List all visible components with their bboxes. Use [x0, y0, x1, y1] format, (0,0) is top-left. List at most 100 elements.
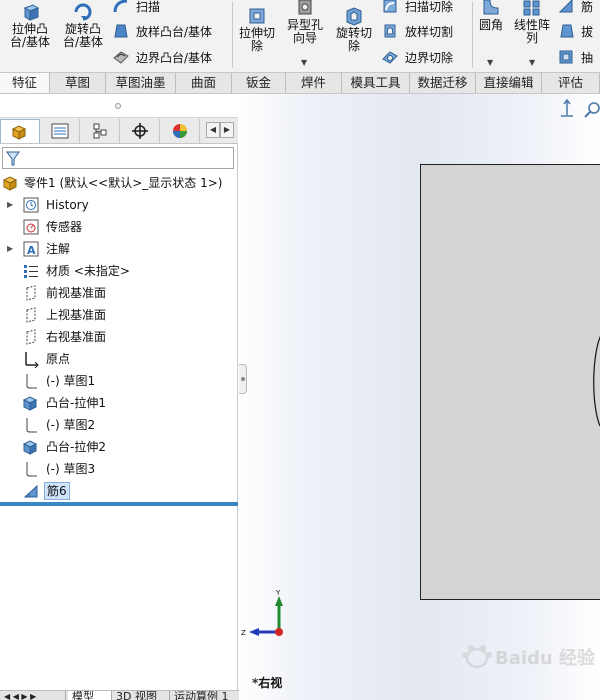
fillet-button[interactable]: 圆角 ▼ [475, 0, 507, 67]
draft-button[interactable]: 拔 [557, 21, 593, 41]
tree-item-label: 凸台-拉伸1 [46, 396, 106, 410]
tree-filter-input[interactable] [2, 147, 234, 169]
extrude-boss-button[interactable]: 拉伸凸 台/基体 [4, 2, 56, 49]
tab-features[interactable]: 特征 [0, 73, 50, 93]
zoom-icon[interactable] [584, 102, 600, 118]
tree-item-label: 传感器 [46, 220, 83, 234]
plane-icon [26, 329, 36, 345]
tree-item-label: 原点 [46, 352, 71, 366]
features-group: 拉伸凸 台/基体 旋转凸 台/基体 扫描 放样凸台/基体 边界凸台/基体 [0, 0, 232, 72]
panel-tabs-scroll-left-icon[interactable]: ◀ [206, 122, 220, 138]
dimxpert-manager-tab[interactable] [120, 119, 160, 143]
boundary-cut-button[interactable]: 边界切除 [381, 47, 453, 67]
tab-sketch-ink[interactable]: 草图油墨 [106, 73, 176, 93]
fillet-dropdown-icon[interactable]: ▼ [487, 56, 493, 69]
rib-button[interactable]: 筋 [557, 0, 593, 16]
expand-arrow-icon[interactable]: ▶ [7, 244, 15, 254]
tab-data-migration[interactable]: 数据迁移 [410, 73, 476, 93]
reference-triad: Y Z [241, 589, 283, 637]
tree-item-annotations[interactable]: ▶ A 注解 [0, 238, 238, 260]
panel-tabs-scroll-right-icon[interactable]: ▶ [220, 122, 234, 138]
annotation-icon: A [23, 241, 39, 257]
tree-item-rib6[interactable]: 筋6 [0, 480, 238, 502]
revolve-boss-button[interactable]: 旋转凸 台/基体 [58, 2, 108, 49]
boundary-boss-button[interactable]: 边界凸台/基体 [112, 47, 212, 67]
tree-item-history[interactable]: ▶ History [0, 194, 238, 216]
panel-tabs: ◀ ▶ [0, 118, 238, 144]
tree-filter-row [0, 146, 238, 170]
sketch-icon [26, 462, 37, 477]
tree-item-label: 凸台-拉伸2 [46, 440, 106, 454]
linear-pattern-dropdown-icon[interactable]: ▼ [529, 56, 535, 69]
tree-item-material[interactable]: 材质 <未指定> [0, 260, 238, 282]
tree-item-sketch1[interactable]: (-) 草图1 [0, 370, 238, 392]
expand-arrow-icon[interactable]: ▶ [7, 200, 15, 210]
rollback-bar[interactable] [0, 502, 238, 506]
hole-wizard-dropdown-icon[interactable]: ▼ [301, 56, 307, 69]
tab-evaluate[interactable]: 评估 [542, 73, 600, 93]
feature-manager-tab[interactable] [0, 119, 40, 143]
display-manager-tab[interactable] [160, 119, 200, 143]
rib-label: 筋 [581, 0, 594, 14]
revolve-cut-icon [346, 7, 362, 26]
extrude-feature-icon [22, 440, 38, 455]
tree-item-label: (-) 草图2 [46, 418, 96, 432]
graphics-viewport[interactable]: Y Z *右视 Baidu 经验 [239, 94, 600, 700]
misc-features-group: 圆角 ▼ 线性阵 列 ▼ 筋 拔 抽 [473, 0, 600, 72]
property-list-icon [51, 123, 68, 139]
tree-item-top-plane[interactable]: 上视基准面 [0, 304, 238, 326]
tree-item-boss-extrude2[interactable]: 凸台-拉伸2 [0, 436, 238, 458]
hole-wizard-button[interactable]: 异型孔 向导 ▼ [281, 0, 329, 67]
tab-mold-tools[interactable]: 模具工具 [342, 73, 410, 93]
extrude-boss-label: 拉伸凸 台/基体 [9, 22, 51, 49]
tree-item-front-plane[interactable]: 前视基准面 [0, 282, 238, 304]
loft-boss-icon [114, 24, 128, 38]
hole-wizard-label: 异型孔 向导 [286, 18, 323, 45]
part-model-face[interactable] [420, 164, 600, 600]
lofted-cut-button[interactable]: 放样切割 [381, 21, 453, 41]
panel-collapse-handle[interactable] [239, 364, 247, 394]
sweep-label: 扫描 [136, 0, 161, 14]
panel-resize-grip[interactable] [0, 94, 238, 118]
extrude-feature-icon [22, 396, 38, 411]
swept-cut-button[interactable]: 扫描切除 [381, 0, 453, 16]
sketch-icon [26, 418, 37, 433]
tab-model[interactable]: 模型 [68, 691, 112, 700]
tree-item-boss-extrude1[interactable]: 凸台-拉伸1 [0, 392, 238, 414]
configuration-manager-tab[interactable] [80, 119, 120, 143]
tree-item-sensors[interactable]: 传感器 [0, 216, 238, 238]
tab-weldments[interactable]: 焊件 [286, 73, 342, 93]
tab-nav-arrows-icon[interactable]: ◀ ◀ ▶ ▶ [0, 691, 66, 700]
lofted-cut-icon [384, 24, 396, 38]
tree-item-sketch2[interactable]: (-) 草图2 [0, 414, 238, 436]
revolve-boss-icon [74, 3, 92, 21]
fillet-label: 圆角 [478, 18, 503, 32]
shell-button[interactable]: 抽 [557, 47, 593, 67]
tab-3d-views[interactable]: 3D 视图 [112, 691, 170, 700]
revolve-boss-label: 旋转凸 台/基体 [62, 22, 104, 49]
tree-item-right-plane[interactable]: 右视基准面 [0, 326, 238, 348]
shell-label: 抽 [581, 50, 594, 65]
tree-item-sketch3[interactable]: (-) 草图3 [0, 458, 238, 480]
triad-z-label: Z [241, 629, 246, 637]
linear-pattern-button[interactable]: 线性阵 列 ▼ [509, 0, 555, 67]
extrude-cut-button[interactable]: 拉伸切 除 [235, 6, 279, 53]
extrude-boss-icon [23, 4, 40, 21]
revolve-cut-button[interactable]: 旋转切 除 [331, 6, 377, 53]
tab-sheet-metal[interactable]: 钣金 [232, 73, 286, 93]
sweep-button[interactable]: 扫描 [112, 0, 160, 16]
linear-pattern-icon [523, 0, 540, 16]
tab-direct-editing[interactable]: 直接编辑 [476, 73, 542, 93]
tree-item-origin[interactable]: 原点 [0, 348, 238, 370]
view-orientation-icon[interactable] [561, 98, 573, 117]
loft-boss-label: 放样凸台/基体 [136, 24, 213, 39]
sweep-icon [113, 0, 128, 13]
tab-motion-study[interactable]: 运动算例 1 [170, 691, 240, 700]
loft-boss-button[interactable]: 放样凸台/基体 [112, 21, 212, 41]
property-manager-tab[interactable] [40, 119, 80, 143]
tree-root-part[interactable]: 零件1 (默认<<默认>_显示状态 1>) [0, 172, 238, 194]
tab-sketch[interactable]: 草图 [50, 73, 106, 93]
tab-surfaces[interactable]: 曲面 [176, 73, 232, 93]
tree-item-label: 右视基准面 [46, 330, 107, 344]
rib-edge-arc [593, 335, 600, 427]
